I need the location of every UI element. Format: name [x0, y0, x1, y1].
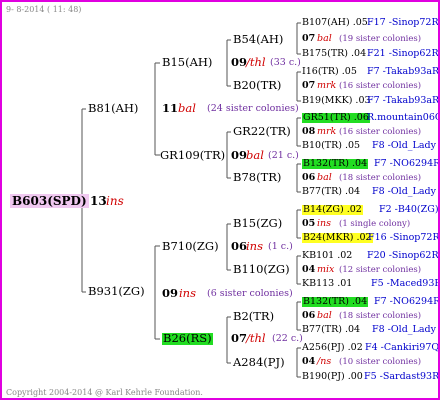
gen3-code-7: /ns [317, 356, 332, 367]
gen4-node-7[interactable]: B77(TR) .04 [302, 187, 360, 197]
gen2-colonies-0: (33 c.) [270, 57, 301, 68]
gen4-node-12[interactable]: B132(TR) .04 [302, 297, 369, 307]
root-inbreeding-num: 13 [90, 194, 107, 208]
root-code: ins [106, 194, 124, 208]
gen4-race-10: F20 -Sinop62R [367, 250, 439, 261]
gen4-node-8[interactable]: B14(ZG) .02 [302, 205, 363, 215]
gen2-colonies-1: (21 c.) [268, 150, 299, 161]
gen3-colonies-1: (16 sister colonies) [339, 81, 422, 91]
gen4-race-14: F4 -Cankiri97Q [365, 342, 440, 353]
gen4-race-8: F2 -B40(ZG) [379, 204, 439, 215]
gen3-node-4[interactable]: B15(ZG) [233, 217, 282, 230]
gen3-num-1: 07 [302, 80, 316, 91]
gen3-num-6: 06 [302, 310, 316, 321]
gen3-colonies-6: (18 sister colonies) [339, 311, 422, 321]
gen3-num-2: 08 [302, 126, 316, 137]
gen4-node-4[interactable]: GR51(TR) .06 [302, 113, 370, 123]
gen3-num-3: 06 [302, 172, 316, 183]
gen4-race-4: R.mountain06Q [367, 112, 440, 123]
gen4-race-0: F17 -Sinop72R [367, 17, 439, 28]
gen3-node-6[interactable]: B2(TR) [233, 310, 274, 323]
gen3-code-1: mrk [317, 80, 337, 91]
gen4-node-0[interactable]: B107(AH) .05 [302, 18, 368, 28]
gen3-colonies-5: (12 sister colonies) [339, 265, 422, 275]
gen3-code-2: mrk [317, 126, 337, 137]
gen4-race-13: F8 -Old_Lady [372, 324, 436, 335]
pedigree-frame: 9- 8-2014 ( 11: 48) B603(SPD) 13 ins B81… [0, 0, 440, 400]
gen4-node-3[interactable]: B19(MKK) .03 [302, 96, 371, 106]
gen3-colonies-7: (10 sister colonies) [339, 357, 422, 367]
gen2-code-3: /thl [246, 331, 266, 345]
gen4-node-6[interactable]: B132(TR) .04 [302, 159, 369, 169]
gen4-node-13[interactable]: B77(TR) .04 [302, 325, 360, 335]
gen2-colonies-2: (1 c.) [268, 241, 293, 252]
gen3-code-6: bal [317, 310, 332, 321]
gen4-node-9[interactable]: B24(MKR) .02 [302, 233, 373, 243]
gen3-node-5[interactable]: B110(ZG) [233, 263, 290, 276]
gen4-race-9: F16 -Sinop72R [368, 232, 440, 243]
gen2-num-2: 06 [231, 239, 248, 253]
gen3-code-3: bal [317, 172, 332, 183]
gen3-code-5: mix [317, 264, 335, 275]
gen1-num-0: 11 [162, 101, 179, 115]
gen2-num-1: 09 [231, 148, 248, 162]
gen4-node-10[interactable]: KB101 .02 [302, 251, 352, 261]
gen3-node-2[interactable]: GR22(TR) [233, 125, 291, 138]
gen3-colonies-0: (19 sister colonies) [339, 34, 422, 44]
gen2-code-2: ins [246, 239, 263, 253]
gen4-node-2[interactable]: I16(TR) .05 [302, 67, 357, 77]
gen2-node-3[interactable]: B26(RS) [162, 332, 213, 345]
gen3-num-4: 05 [302, 218, 316, 229]
root-node[interactable]: B603(SPD) [10, 194, 89, 208]
gen4-race-1: F21 -Sinop62R [367, 48, 439, 59]
gen2-num-3: 07 [231, 331, 248, 345]
gen4-race-2: F7 -Takab93aR [367, 66, 440, 77]
gen2-node-1[interactable]: GR109(TR) [160, 149, 225, 162]
gen1-node-1[interactable]: B931(ZG) [88, 285, 145, 298]
gen2-colonies-3: (22 c.) [272, 333, 303, 344]
gen1-num-1: 09 [162, 286, 179, 300]
gen2-node-2[interactable]: B710(ZG) [162, 240, 219, 253]
gen3-code-4: ins [317, 218, 332, 229]
gen1-code-1: ins [179, 286, 196, 300]
gen4-race-5: F8 -Old_Lady [372, 140, 436, 151]
gen2-code-1: bal [246, 148, 264, 162]
gen4-race-15: F5 -Sardast93R [364, 371, 440, 382]
copyright-footer: Copyright 2004-2014 @ Karl Kehrle Founda… [6, 388, 203, 397]
gen4-race-3: F7 -Takab93aR [367, 95, 440, 106]
gen4-node-15[interactable]: B190(PJ) .00 [302, 372, 363, 382]
gen3-node-3[interactable]: B78(TR) [233, 171, 281, 184]
gen2-node-0[interactable]: B15(AH) [162, 56, 212, 69]
timestamp: 9- 8-2014 ( 11: 48) [6, 5, 82, 14]
gen4-race-6: F7 -NO6294R [374, 158, 440, 169]
gen3-node-1[interactable]: B20(TR) [233, 79, 281, 92]
gen1-colonies-1: (6 sister colonies) [207, 288, 293, 299]
gen3-colonies-2: (16 sister colonies) [339, 127, 422, 137]
gen4-node-1[interactable]: B175(TR) .04 [302, 49, 366, 59]
gen3-node-0[interactable]: B54(AH) [233, 33, 283, 46]
gen3-colonies-3: (18 sister colonies) [339, 173, 422, 183]
gen1-colonies-0: (24 sister colonies) [207, 103, 299, 114]
gen4-race-11: F5 -Maced93R [371, 278, 440, 289]
gen3-num-0: 07 [302, 33, 316, 44]
gen3-node-7[interactable]: A284(PJ) [233, 356, 285, 369]
gen3-colonies-4: (1 single colony) [339, 219, 411, 229]
gen2-num-0: 09 [231, 55, 248, 69]
gen4-node-11[interactable]: KB113 .01 [302, 279, 352, 289]
gen4-node-14[interactable]: A256(PJ) .02 [302, 343, 363, 353]
gen4-node-5[interactable]: B10(TR) .05 [302, 141, 360, 151]
gen1-node-0[interactable]: B81(AH) [88, 102, 138, 115]
gen3-code-0: bal [317, 33, 332, 44]
gen4-race-12: F7 -NO6294R [374, 296, 440, 307]
gen4-race-7: F8 -Old_Lady [372, 186, 436, 197]
gen1-code-0: bal [178, 101, 196, 115]
gen2-code-0: /thl [246, 55, 266, 69]
gen3-num-7: 04 [302, 356, 316, 367]
gen3-num-5: 04 [302, 264, 316, 275]
